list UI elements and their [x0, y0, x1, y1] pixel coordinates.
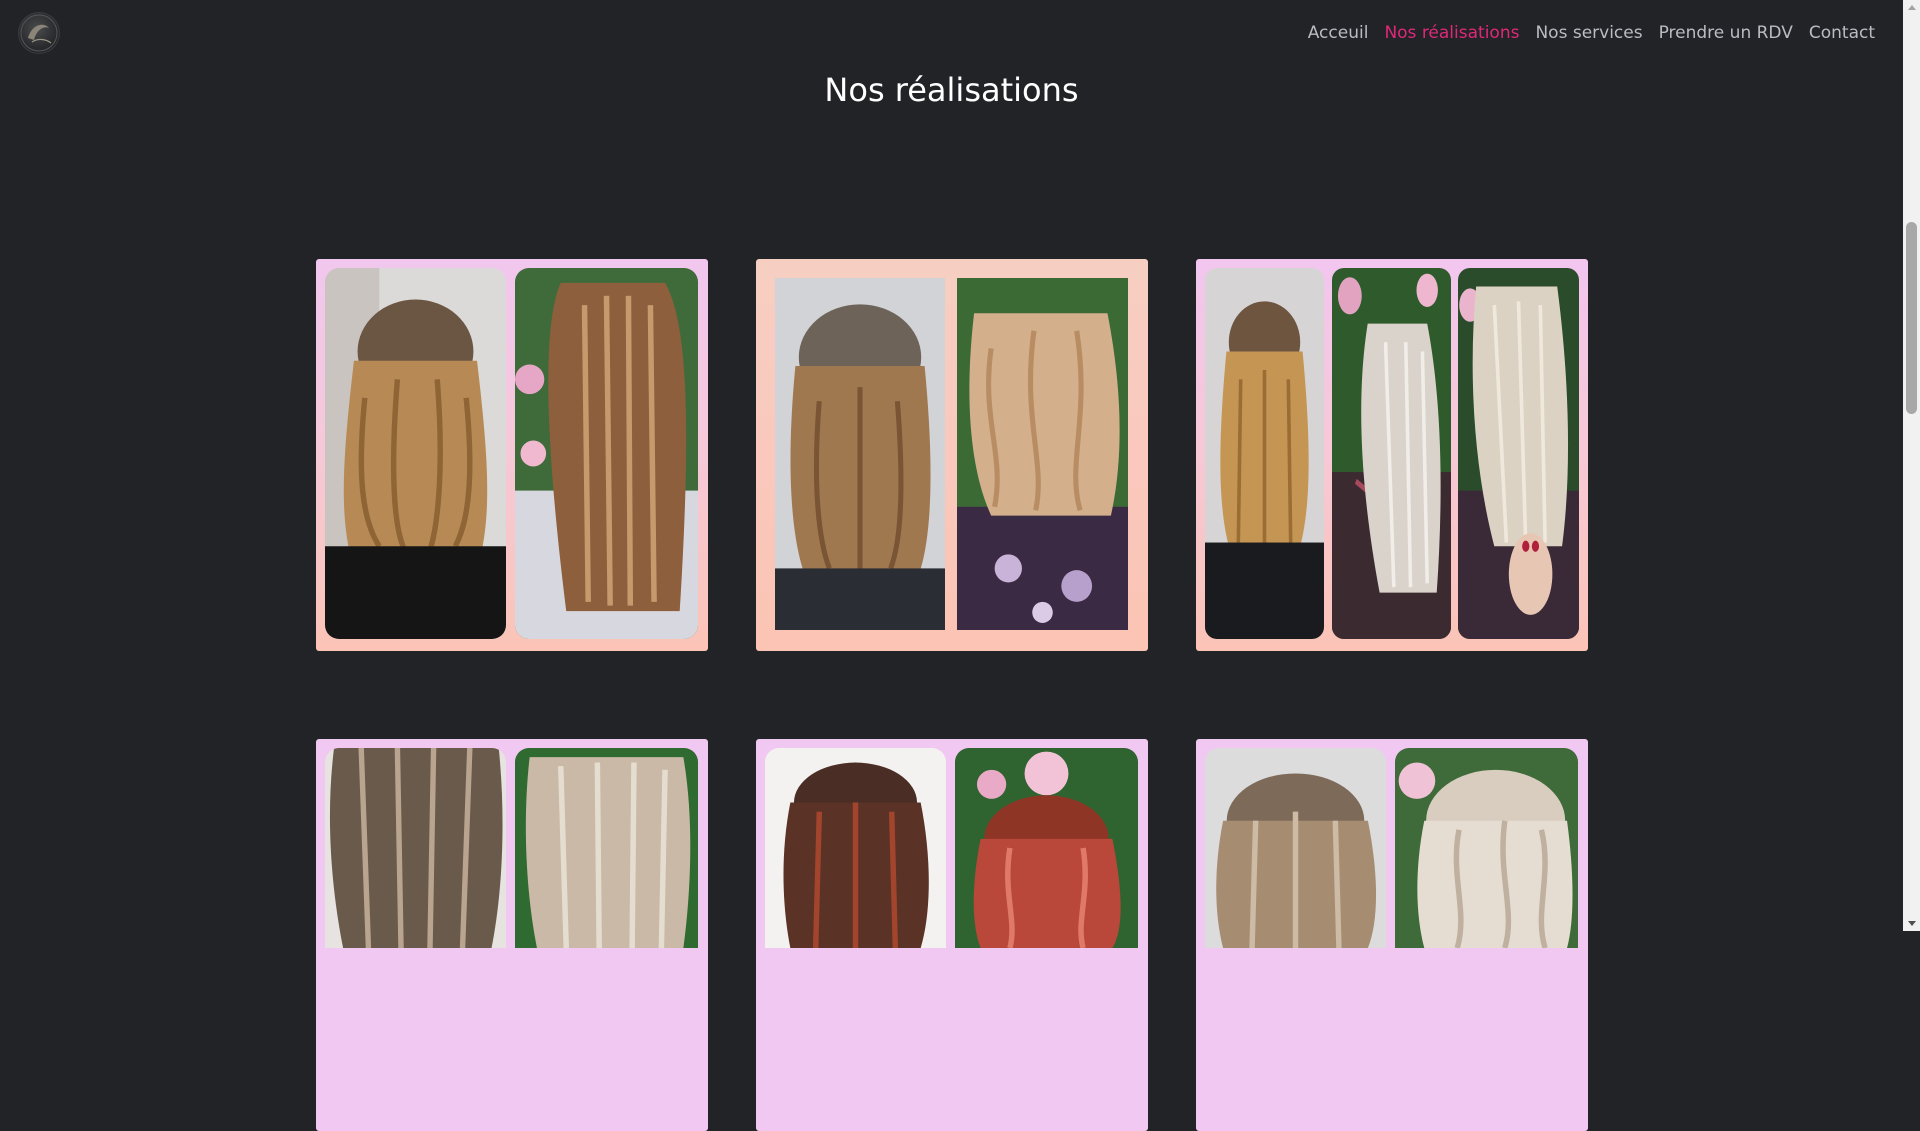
before-after-photo-4a: [325, 748, 506, 948]
before-after-photo-3c: [1458, 268, 1579, 639]
nav-item-acceuil[interactable]: Acceuil: [1308, 22, 1369, 44]
gallery-card[interactable]: [756, 259, 1148, 651]
nav-item-prendre-un-rdv[interactable]: Prendre un RDV: [1659, 22, 1793, 44]
salon-logo-icon[interactable]: [18, 12, 60, 54]
before-after-photo-6a: [1205, 748, 1386, 948]
before-after-photo-2b: [957, 278, 1128, 630]
before-after-photo-1b: [515, 268, 698, 639]
nav-item-contact[interactable]: Contact: [1809, 22, 1875, 44]
gallery-card[interactable]: [1196, 259, 1588, 651]
before-after-photo-5b: [955, 748, 1138, 948]
main-nav: Acceuil Nos réalisations Nos services Pr…: [1308, 22, 1875, 44]
page-title: Nos réalisations: [824, 71, 1079, 109]
nav-item-nos-services[interactable]: Nos services: [1535, 22, 1642, 44]
before-after-photo-3b: [1332, 268, 1451, 639]
scroll-up-arrow-icon[interactable]: [1908, 5, 1916, 10]
nav-item-nos-realisations[interactable]: Nos réalisations: [1384, 22, 1519, 44]
before-after-photo-3a: [1205, 268, 1324, 639]
before-after-photo-2a: [775, 278, 945, 630]
before-after-photo-6b: [1395, 748, 1578, 948]
scrollbar-thumb[interactable]: [1906, 222, 1917, 414]
gallery-card[interactable]: [1196, 739, 1588, 1131]
gallery-card[interactable]: [756, 739, 1148, 1131]
vertical-scrollbar[interactable]: [1903, 0, 1920, 931]
scroll-down-arrow-icon[interactable]: [1908, 921, 1916, 926]
gallery-card[interactable]: [316, 739, 708, 1131]
before-after-photo-4b: [515, 748, 698, 948]
before-after-photo-1a: [325, 268, 506, 639]
gallery-card[interactable]: [316, 259, 708, 651]
before-after-photo-5a: [765, 748, 946, 948]
